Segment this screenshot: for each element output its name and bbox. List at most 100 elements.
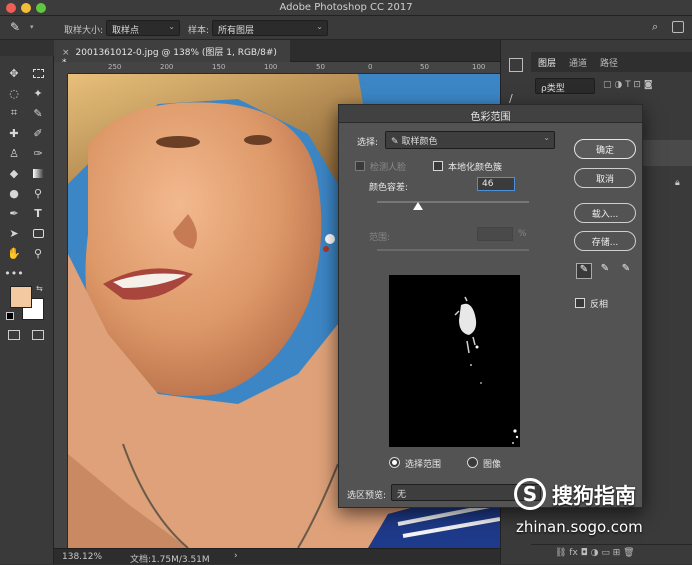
3d-icon[interactable] (509, 58, 523, 72)
gradient-tool-icon[interactable] (29, 164, 47, 182)
ruler-tick-label: 50 (316, 63, 325, 71)
more-tools-icon[interactable]: ••• (4, 264, 23, 282)
ruler-corner (54, 62, 68, 74)
screen-mode-icon[interactable] (32, 330, 44, 340)
sample-label: 样本: (188, 26, 210, 36)
watermark-url: zhinan.sogo.com (516, 518, 643, 536)
brush-tool-icon[interactable]: ✐ (29, 124, 47, 142)
path-selection-icon[interactable]: ➤ (5, 224, 23, 242)
ruler-tick-label: 100 (472, 63, 486, 71)
ruler-tick-label: 50 (420, 63, 429, 71)
sample-size-select[interactable]: 取样点 ⌄ (106, 20, 180, 36)
selection-radio-label: 选择范围 (405, 460, 442, 470)
chevron-down-icon[interactable]: ▾ (30, 23, 34, 31)
app-title: Adobe Photoshop CC 2017 (279, 2, 413, 13)
chevron-down-icon: ⌄ (316, 22, 323, 31)
quick-mask-icon[interactable] (8, 330, 20, 340)
ruler-tick-label: 150 (212, 63, 226, 71)
hand-tool-icon[interactable]: ✋ (5, 244, 23, 262)
image-radio-label: 图像 (483, 460, 502, 470)
range-unit: % (518, 229, 527, 239)
range-label: 范围: (369, 233, 391, 243)
healing-brush-icon[interactable]: ✚ (5, 124, 23, 142)
select-dropdown-value: 取样颜色 (401, 137, 438, 147)
layer-kind-filter[interactable]: ρ类型 (535, 78, 595, 94)
save-button[interactable]: 存储... (574, 231, 636, 251)
sample-size-value: 取样点 (112, 26, 140, 36)
invert-label: 反相 (590, 300, 609, 310)
tab-channels[interactable]: 通道 (569, 56, 587, 69)
select-dropdown[interactable]: ✎ 取样颜色 ⌄ (385, 131, 555, 149)
foreground-color-swatch[interactable] (10, 286, 32, 308)
lasso-tool-icon[interactable]: ◌ (5, 84, 23, 102)
type-tool-icon[interactable]: T (29, 204, 47, 222)
rectangle-tool-icon[interactable] (29, 224, 47, 242)
fuzziness-slider-thumb[interactable] (413, 202, 424, 210)
range-slider-track (377, 249, 529, 251)
horizontal-ruler: 25020015010050050100150 (68, 62, 537, 74)
blur-tool-icon[interactable]: ● (5, 184, 23, 202)
magic-wand-icon[interactable]: ✦ (29, 84, 47, 102)
pen-tool-icon[interactable]: ✒ (5, 204, 23, 222)
crop-tool-icon[interactable]: ⌗ (5, 104, 23, 122)
eyedropper-icon: ✎ (391, 137, 399, 147)
fuzziness-input[interactable]: 46 (477, 177, 515, 191)
kind-filter-value: ρ类型 (541, 84, 565, 94)
title-bar: Adobe Photoshop CC 2017 (0, 0, 692, 16)
ruler-tick-label: 100 (264, 63, 278, 71)
document-tab-bar: × 2001361012-0.jpg @ 138% (图层 1, RGB/8#) … (54, 40, 500, 68)
history-brush-icon[interactable]: ✑ (29, 144, 47, 162)
eyedropper-tool-icon[interactable]: ✎ (29, 104, 47, 122)
watermark-brand: 搜狗指南 (552, 484, 636, 508)
swap-colors-icon[interactable]: ⇆ (36, 284, 43, 293)
move-tool-icon[interactable]: ✥ (5, 64, 23, 82)
eraser-tool-icon[interactable]: ◆ (5, 164, 23, 182)
default-colors-icon[interactable] (6, 312, 14, 320)
selection-preview-image (389, 275, 520, 447)
eyedropper-minus-icon[interactable]: ✎ (618, 263, 634, 279)
layers-panel-tabs: 图层 通道 路径 (531, 52, 692, 72)
status-menu-arrow[interactable]: › (234, 551, 238, 561)
ruler-tick-label: 250 (108, 63, 122, 71)
watermark: S 搜狗指南 zhinan.sogo.com (512, 478, 692, 542)
dialog-title: 色彩范围 (339, 105, 642, 123)
range-input (477, 227, 513, 241)
localized-clusters-label: 本地化颜色簇 (448, 163, 503, 173)
invert-checkbox[interactable] (575, 298, 585, 308)
zoom-level[interactable]: 138.12% (62, 552, 102, 562)
detect-faces-checkbox[interactable] (355, 161, 365, 171)
selection-preview-label: 选区预览: (347, 491, 387, 501)
sample-select[interactable]: 所有图层 ⌄ (212, 20, 328, 36)
tab-paths[interactable]: 路径 (600, 56, 618, 69)
workspace-icon[interactable] (672, 21, 684, 33)
cancel-button[interactable]: 取消 (574, 168, 636, 188)
load-button[interactable]: 载入... (574, 203, 636, 223)
search-icon[interactable]: ⌕ (652, 20, 658, 34)
sogou-logo-icon: S (514, 478, 546, 510)
color-range-dialog: 色彩范围 选择: ✎ 取样颜色 ⌄ 检测人脸 本地化颜色簇 颜色容差: 46 范围:… (338, 104, 643, 508)
fuzziness-slider-track[interactable] (377, 201, 529, 203)
localized-clusters-checkbox[interactable] (433, 161, 443, 171)
status-bar: 138.12% 文档:1.75M/3.51M › (54, 548, 500, 565)
select-label: 选择: (357, 138, 379, 148)
zoom-tool-icon[interactable]: ⚲ (29, 244, 47, 262)
vertical-ruler (54, 74, 68, 548)
eyedropper-icon[interactable]: ✎ (10, 20, 20, 34)
document-tab[interactable]: × 2001361012-0.jpg @ 138% (图层 1, RGB/8#) … (54, 40, 290, 68)
dodge-tool-icon[interactable]: ⚲ (29, 184, 47, 202)
layers-footer-icons[interactable]: ⛓ fx ◘ ◑ ▭ ⊞ 🗑︎ (531, 544, 692, 564)
filter-icons[interactable]: ▢ ◑ T ⊡ ◙ (603, 80, 653, 90)
selection-radio[interactable] (389, 457, 400, 468)
close-tab-icon[interactable]: × (62, 48, 70, 58)
chevron-down-icon: ⌄ (168, 22, 175, 31)
detect-faces-label: 检测人脸 (370, 163, 407, 173)
eyedropper-plus-icon[interactable]: ✎ (597, 263, 613, 279)
marquee-tool-icon[interactable] (29, 64, 47, 82)
chevron-down-icon: ⌄ (543, 133, 550, 142)
clone-stamp-icon[interactable]: ♙ (5, 144, 23, 162)
tab-layers[interactable]: 图层 (538, 56, 556, 69)
eyedropper-icon[interactable]: ✎ (576, 263, 592, 279)
selection-preview-value: 无 (397, 490, 407, 500)
ok-button[interactable]: 确定 (574, 139, 636, 159)
image-radio[interactable] (467, 457, 478, 468)
